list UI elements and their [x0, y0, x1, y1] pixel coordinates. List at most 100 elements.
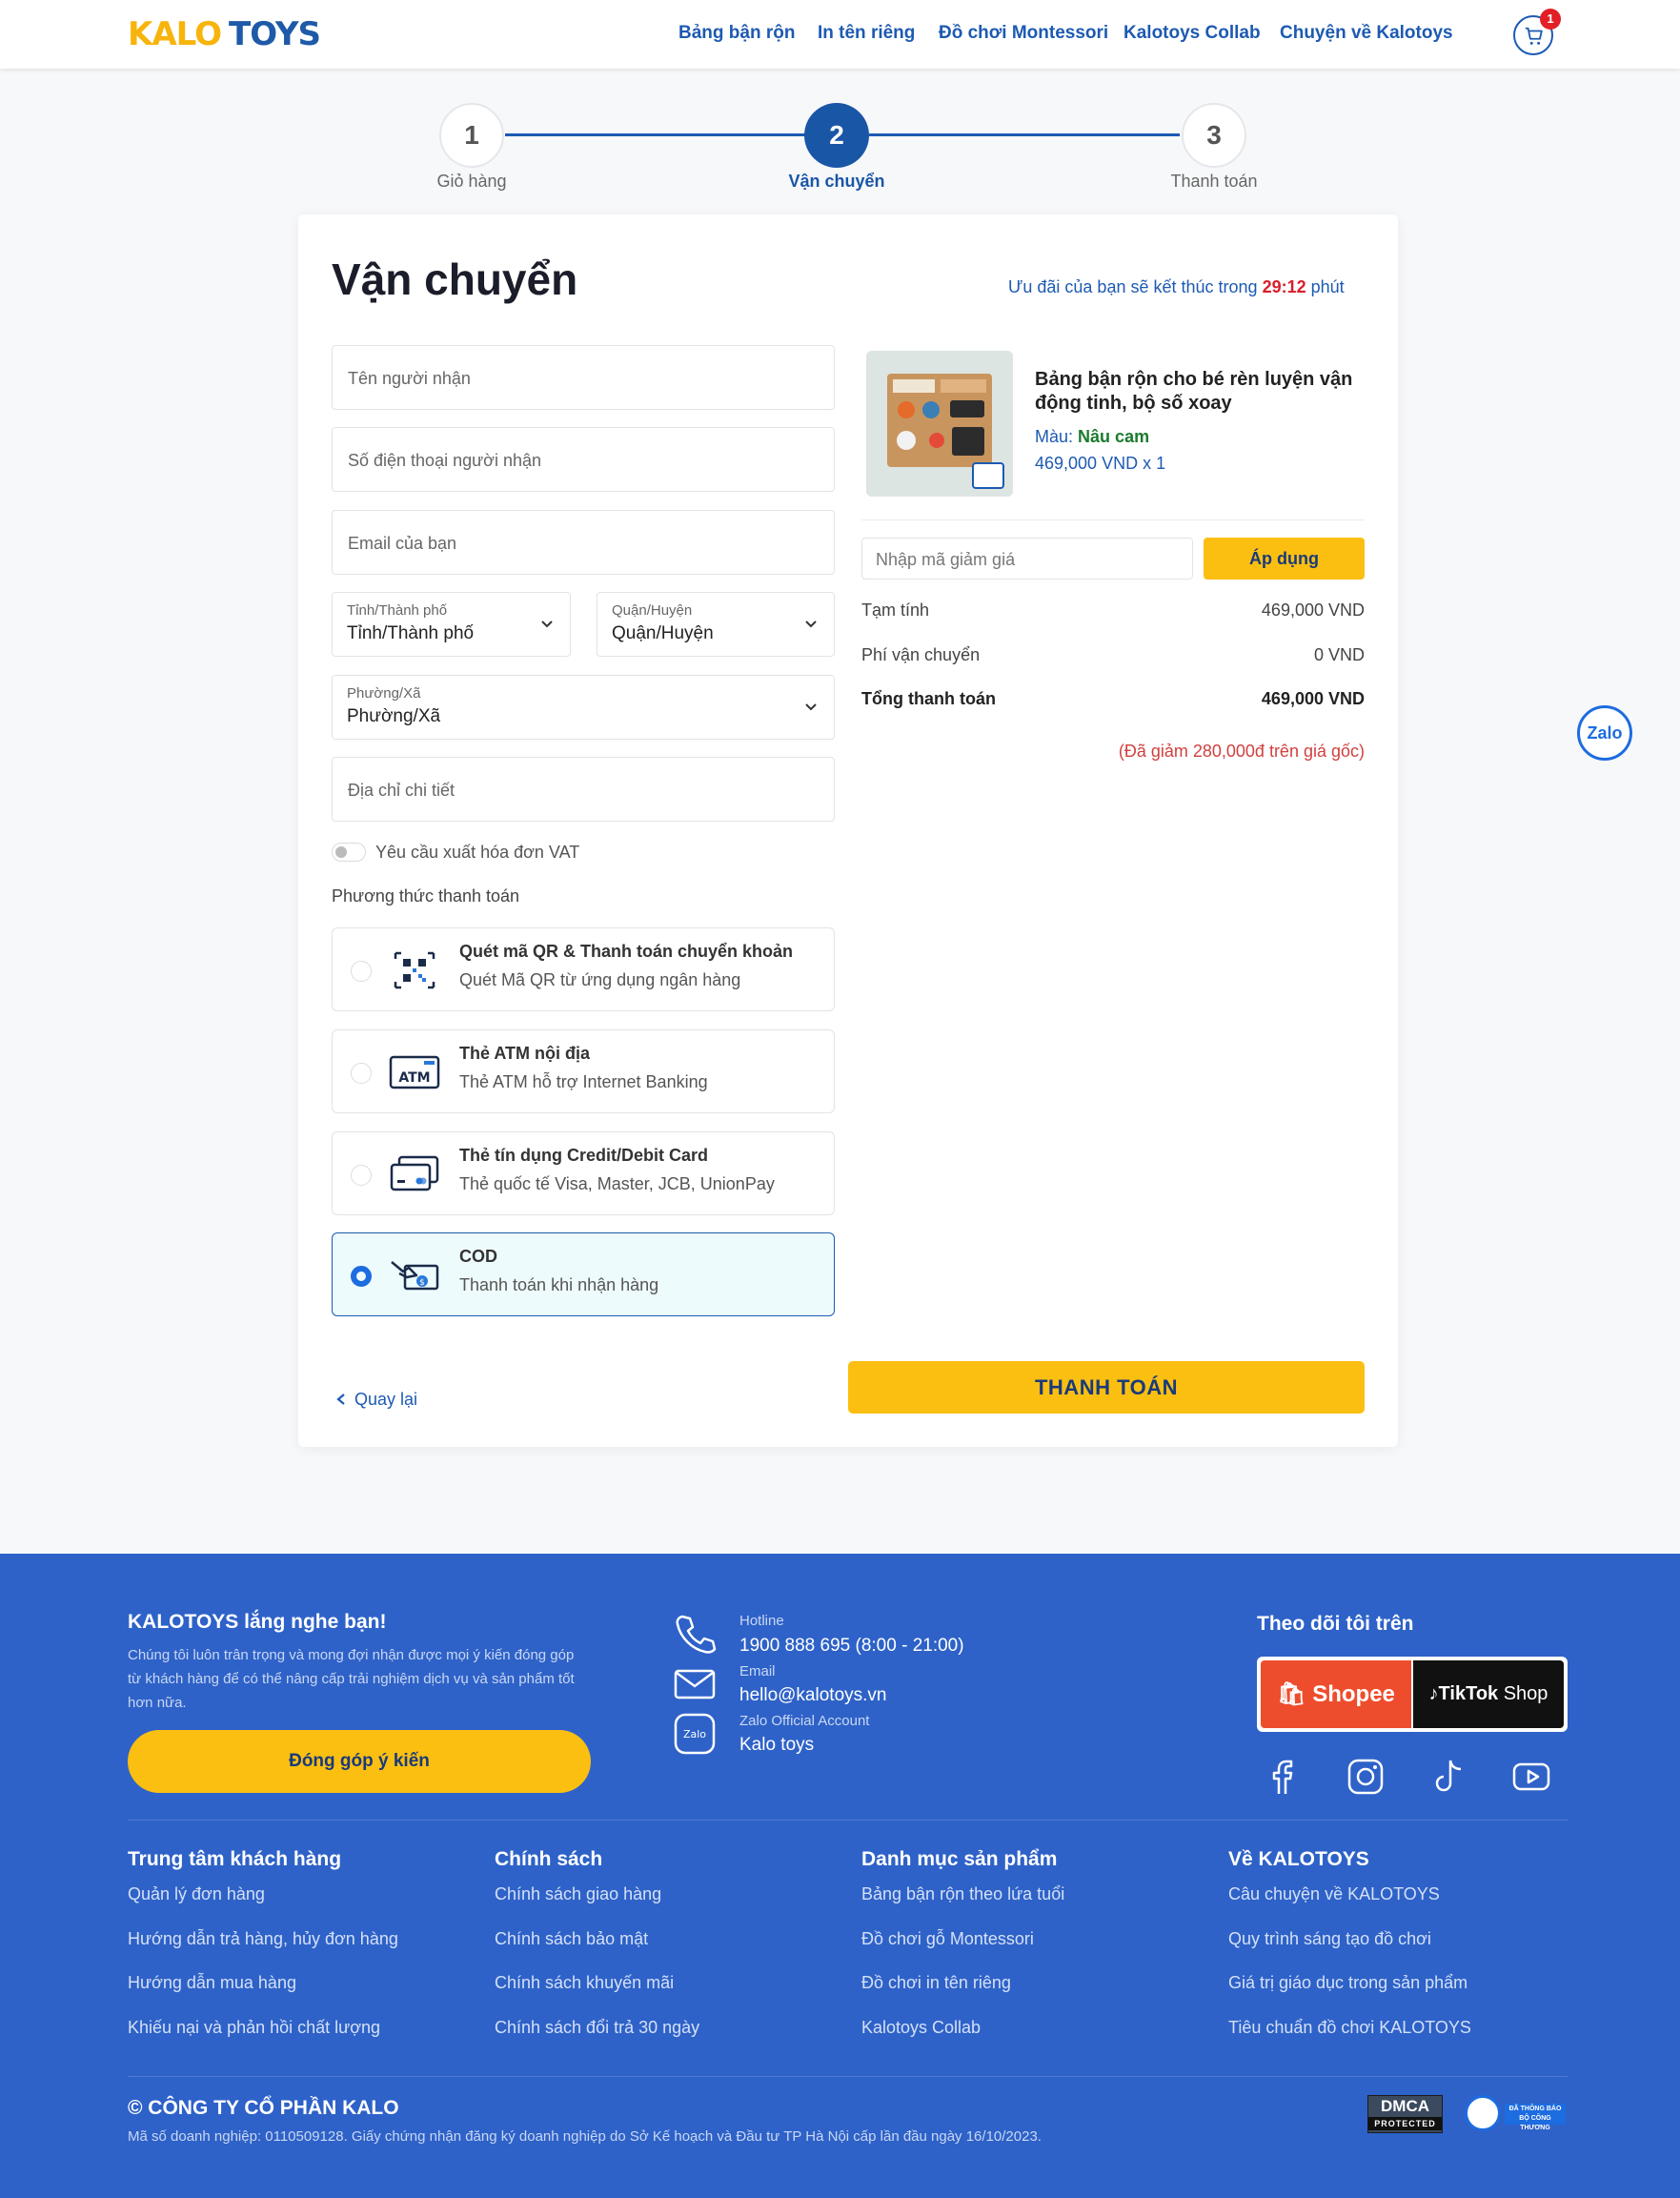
footer-col-title: Về KALOTOYS [1228, 1848, 1369, 1870]
check-icon [1465, 2095, 1501, 2131]
footer-link[interactable]: Chính sách giao hàng [495, 1884, 661, 1904]
youtube-icon[interactable] [1510, 1756, 1552, 1798]
svg-text:ATM: ATM [398, 1070, 430, 1086]
nav-collab[interactable]: Kalotoys Collab [1123, 23, 1261, 44]
apply-coupon-button[interactable]: Áp dụng [1204, 538, 1365, 580]
email-value[interactable]: hello@kalotoys.vn [739, 1685, 886, 1706]
instagram-icon[interactable] [1345, 1756, 1387, 1798]
recipient-name-input[interactable]: Tên người nhận [332, 345, 835, 410]
step-1-circle[interactable]: 1 [439, 103, 504, 168]
footer-link[interactable]: Bảng bận rộn theo lứa tuổi [861, 1884, 1064, 1904]
footer-link[interactable]: Quản lý đơn hàng [128, 1884, 265, 1904]
bo-cong-thuong-badge[interactable]: ĐÃ THÔNG BÁO BỘ CÔNG THƯƠNG [1465, 2094, 1568, 2134]
company-name: © CÔNG TY CỔ PHẦN KALO [128, 2097, 399, 2119]
hotline-label: Hotline [739, 1613, 784, 1629]
payment-option-cod[interactable]: $ COD Thanh toán khi nhận hàng [332, 1232, 835, 1316]
chevron-left-icon [336, 1394, 345, 1405]
chevron-down-icon [541, 621, 553, 628]
stepper-line-1 [505, 133, 812, 136]
footer-link[interactable]: Đồ chơi gỗ Montessori [861, 1929, 1034, 1949]
footer-col-title: Trung tâm khách hàng [128, 1848, 342, 1870]
product-name[interactable]: Bảng bận rộn cho bé rèn luyện vận động t… [1035, 368, 1368, 416]
email-icon [674, 1669, 716, 1699]
product-image [866, 351, 1013, 497]
nav-montessori[interactable]: Đồ chơi Montessori [939, 23, 1108, 44]
facebook-icon[interactable] [1262, 1756, 1304, 1798]
province-select[interactable]: Tỉnh/Thành phố Tỉnh/Thành phố [332, 592, 571, 657]
tiktok-shop-link[interactable]: ♪TikTok Shop [1413, 1660, 1564, 1728]
step-2-label: Vận chuyển [788, 172, 885, 191]
phone-icon [676, 1615, 717, 1654]
back-link[interactable]: Quay lại [335, 1390, 417, 1410]
radio-button-selected[interactable] [351, 1266, 372, 1287]
footer-link[interactable]: Hướng dẫn trả hàng, hủy đơn hàng [128, 1929, 398, 1949]
discount-note: (Đã giảm 280,000đ trên giá gốc) [1118, 742, 1365, 761]
vat-toggle[interactable] [332, 843, 366, 862]
dmca-badge[interactable]: DMCA PROTECTED [1367, 2095, 1443, 2133]
step-1-label: Giỏ hàng [436, 172, 507, 191]
footer-col-title: Chính sách [495, 1848, 603, 1870]
kalotoys-logo[interactable]: KALO TOYS [128, 15, 321, 53]
payment-option-atm[interactable]: ATM Thẻ ATM nội địa Thẻ ATM hỗ trợ Inter… [332, 1029, 835, 1113]
recipient-phone-input[interactable]: Số điện thoại người nhận [332, 427, 835, 492]
offer-timer: 29:12 [1262, 277, 1306, 296]
chevron-down-icon [805, 621, 817, 628]
footer-link[interactable]: Tiêu chuẩn đồ chơi KALOTOYS [1228, 2018, 1471, 2038]
shipping-fee-row: Phí vận chuyển 0 VND [861, 645, 1365, 664]
cash-on-delivery-icon: $ [391, 1261, 439, 1291]
footer-link[interactable]: Quy trình sáng tạo đồ chơi [1228, 1929, 1431, 1949]
product-price-qty: 469,000 VND x 1 [1035, 454, 1166, 473]
footer-link[interactable]: Chính sách bảo mật [495, 1929, 648, 1949]
marketplace-links: 🛍 Shopee ♪TikTok Shop [1257, 1657, 1568, 1732]
coupon-input[interactable]: Nhập mã giảm giá [861, 538, 1193, 580]
radio-button[interactable] [351, 961, 372, 982]
shopee-link[interactable]: 🛍 Shopee [1261, 1660, 1411, 1728]
site-header: KALO TOYS Bảng bận rộn In tên riêng Đồ ch… [0, 0, 1680, 69]
radio-button[interactable] [351, 1165, 372, 1186]
footer-link[interactable]: Kalotoys Collab [861, 2018, 981, 2038]
follow-title: Theo dõi tôi trên [1257, 1613, 1414, 1635]
footer-listen-title: KALOTOYS lắng nghe bạn! [128, 1611, 387, 1633]
address-input[interactable]: Địa chỉ chi tiết [332, 757, 835, 822]
payment-option-credit[interactable]: Thẻ tín dụng Credit/Debit Card Thẻ quốc … [332, 1131, 835, 1215]
hotline-value[interactable]: 1900 888 695 (8:00 - 21:00) [739, 1636, 964, 1657]
footer-link[interactable]: Giá trị giáo dục trong sản phẩm [1228, 1973, 1467, 1993]
tiktok-icon: ♪ [1428, 1683, 1439, 1704]
payment-option-qr[interactable]: Quét mã QR & Thanh toán chuyển khoản Qué… [332, 927, 835, 1011]
footer-link[interactable]: Chính sách đổi trả 30 ngày [495, 2018, 699, 2038]
shopee-bag-icon: 🛍 [1277, 1681, 1306, 1707]
stepper-line-2 [869, 133, 1180, 136]
radio-button[interactable] [351, 1063, 372, 1084]
ward-select[interactable]: Phường/Xã Phường/Xã [332, 675, 835, 740]
checkout-button[interactable]: THANH TOÁN [848, 1361, 1365, 1414]
footer-link[interactable]: Đồ chơi in tên riêng [861, 1973, 1011, 1993]
zalo-icon: Zalo [674, 1713, 716, 1755]
vat-label: Yêu cầu xuất hóa đơn VAT [375, 843, 580, 862]
product-color: Màu: Nâu cam [1035, 427, 1150, 446]
nav-about[interactable]: Chuyện về Kalotoys [1280, 23, 1453, 44]
zalo-value[interactable]: Kalo toys [739, 1735, 814, 1756]
total-row: Tổng thanh toán 469,000 VND [861, 689, 1365, 708]
email-label: Email [739, 1663, 776, 1679]
tiktok-social-icon[interactable] [1427, 1756, 1469, 1798]
footer-divider [128, 2076, 1568, 2077]
zalo-chat-button[interactable]: Zalo [1577, 705, 1632, 761]
step-3-circle: 3 [1182, 103, 1246, 168]
step-2-circle: 2 [804, 103, 869, 168]
qr-code-icon [394, 951, 435, 989]
footer-listen-desc: Chúng tôi luôn trân trọng và mong đợi nh… [128, 1647, 575, 1711]
feedback-button[interactable]: Đóng góp ý kiến [128, 1730, 591, 1793]
district-select[interactable]: Quận/Huyện Quận/Huyện [597, 592, 835, 657]
footer-link[interactable]: Chính sách khuyến mãi [495, 1973, 674, 1993]
footer-link[interactable]: Câu chuyện về KALOTOYS [1228, 1884, 1440, 1904]
email-input[interactable]: Email của bạn [332, 510, 835, 575]
atm-card-icon: ATM [389, 1055, 440, 1089]
footer-link[interactable]: Khiếu nại và phản hồi chất lượng [128, 2018, 380, 2038]
svg-text:$: $ [419, 1278, 425, 1288]
nav-busy-board[interactable]: Bảng bận rộn [678, 23, 795, 44]
nav-custom-name[interactable]: In tên riêng [818, 23, 915, 44]
footer-link[interactable]: Hướng dẫn mua hàng [128, 1973, 296, 1993]
cart-icon [1525, 27, 1543, 45]
zalo-label: Zalo Official Account [739, 1713, 870, 1729]
toggle-knob [335, 846, 347, 858]
